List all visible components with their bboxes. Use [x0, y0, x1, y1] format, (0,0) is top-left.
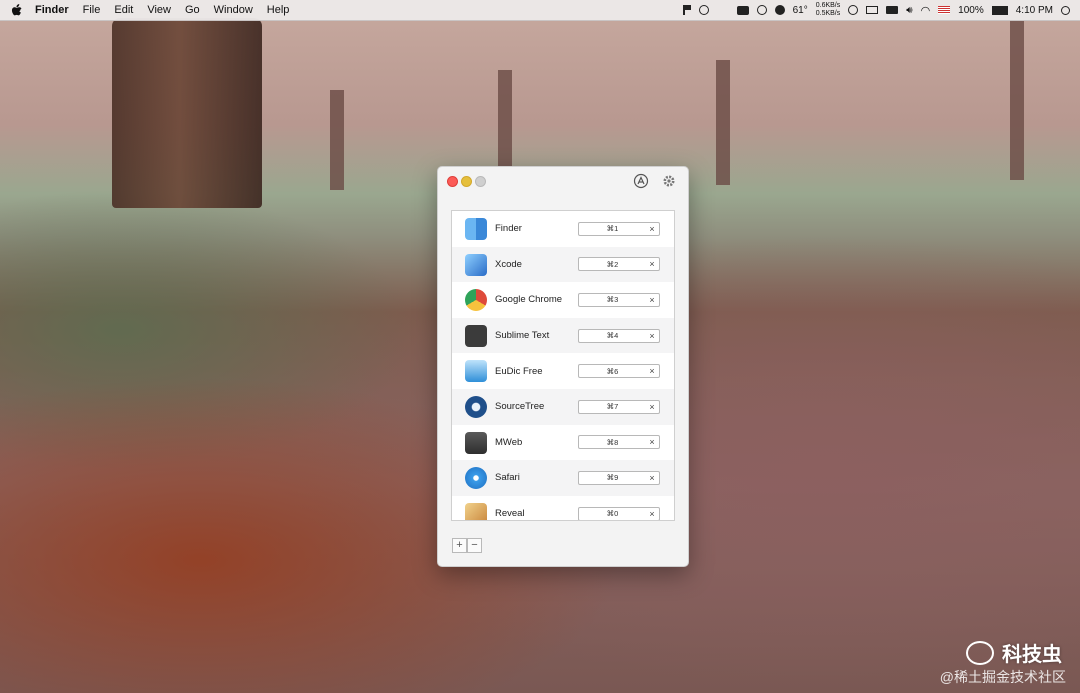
shortcut-field[interactable]: ⌘2 [578, 257, 647, 272]
app-name: Sublime Text [495, 330, 550, 342]
xcode-icon [465, 253, 487, 276]
alarm-clock-icon[interactable] [698, 5, 709, 15]
display-icon[interactable] [866, 6, 879, 14]
shortcut-field[interactable]: ⌘1 [578, 221, 647, 236]
chrome-icon [465, 289, 487, 312]
shortcut-field[interactable]: ⌘4 [578, 328, 647, 343]
menu-help[interactable]: Help [267, 4, 290, 16]
app-name: SourceTree [495, 401, 545, 413]
menu-bar: Finder File Edit View Go Window Help 61°… [0, 0, 1080, 21]
finder-icon [465, 218, 487, 240]
app-name: Xcode [495, 258, 522, 270]
wifi-icon[interactable]: ◠ [921, 4, 931, 17]
add-app-button[interactable]: + [452, 538, 467, 553]
apple-logo-icon[interactable] [10, 3, 23, 17]
watermark-subtitle: @稀土掘金技术社区 [939, 669, 1066, 685]
list-item[interactable]: Finder ⌘1 × [452, 211, 674, 247]
wechat-logo-icon [966, 640, 994, 665]
spotlight-icon[interactable] [1061, 5, 1070, 15]
weather-temperature[interactable]: 61° [793, 5, 808, 16]
net-up-speed: 0.6KB/s [815, 2, 841, 9]
clock[interactable]: 4:10 PM [1016, 5, 1053, 16]
shortcut-field[interactable]: ⌘6 [578, 364, 647, 379]
battery-percentage[interactable]: 100% [958, 5, 984, 16]
reveal-icon [465, 502, 487, 520]
vpn-icon[interactable] [774, 5, 785, 15]
clear-shortcut-button[interactable]: × [645, 221, 660, 236]
list-item[interactable]: EuDic Free ⌘6 × [452, 353, 674, 389]
shortcut-field[interactable]: ⌘3 [578, 292, 647, 307]
shortcut-field[interactable]: ⌘7 [578, 399, 647, 414]
app-shortcut-list[interactable]: Finder ⌘1 × Xcode ⌘2 × Google Chrome ⌘3 … [451, 210, 675, 521]
sublime-icon [465, 324, 487, 347]
network-speed[interactable]: 0.6KB/s 0.5KB/s [816, 2, 841, 18]
sourcetree-icon [465, 395, 487, 418]
list-item[interactable]: Reveal ⌘0 × [452, 496, 674, 520]
safari-icon [465, 467, 487, 490]
zoom-window-button[interactable] [475, 176, 486, 187]
flag-icon[interactable] [682, 5, 691, 15]
gear-icon[interactable] [661, 173, 677, 189]
keyboard-icon[interactable] [886, 6, 899, 14]
clear-shortcut-button[interactable]: × [645, 292, 660, 307]
menu-view[interactable]: View [147, 4, 171, 16]
clear-shortcut-button[interactable]: × [645, 506, 660, 520]
app-name: Safari [495, 472, 520, 484]
app-name: Finder [495, 223, 522, 235]
input-source-flag-icon[interactable] [938, 6, 951, 14]
list-item[interactable]: MWeb ⌘8 × [452, 425, 674, 461]
status-area: 61° 0.6KB/s 0.5KB/s 🔊︎ ◠ 100% 4:10 PM [682, 0, 1070, 20]
wallpaper-post [330, 90, 344, 190]
mweb-icon [465, 431, 487, 454]
clear-shortcut-button[interactable]: × [645, 399, 660, 414]
watermark-brand: 科技虫 [1002, 644, 1062, 666]
close-window-button[interactable] [447, 176, 458, 187]
watermark: 科技虫 [966, 638, 1062, 667]
time-machine-icon[interactable] [848, 5, 859, 15]
remove-app-button[interactable]: − [467, 538, 482, 553]
battery-icon[interactable] [991, 5, 1008, 15]
list-item[interactable]: Safari ⌘9 × [452, 460, 674, 496]
wallpaper-post [1010, 20, 1024, 180]
eudic-icon [465, 360, 487, 383]
net-down-speed: 0.5KB/s [815, 10, 841, 17]
wallpaper-post [716, 60, 730, 185]
volume-icon[interactable]: 🔊︎ [906, 5, 912, 16]
sync-icon[interactable] [756, 5, 767, 15]
list-item[interactable]: SourceTree ⌘7 × [452, 388, 674, 425]
app-name: EuDic Free [495, 365, 543, 377]
shortcut-field[interactable]: ⌘8 [578, 435, 647, 450]
menu-edit[interactable]: Edit [114, 4, 133, 16]
app-name: Reveal [495, 508, 525, 520]
clear-shortcut-button[interactable]: × [645, 364, 660, 379]
clear-shortcut-button[interactable]: × [645, 435, 660, 450]
shortcut-field[interactable]: ⌘0 [578, 506, 647, 520]
wallpaper-tree [112, 18, 262, 208]
list-item[interactable]: Xcode ⌘2 × [452, 246, 674, 283]
app-name: Google Chrome [495, 294, 563, 306]
list-item[interactable]: Sublime Text ⌘4 × [452, 317, 674, 354]
minimize-window-button[interactable] [461, 176, 472, 187]
camera-icon[interactable] [736, 5, 749, 15]
shortcut-field[interactable]: ⌘9 [578, 470, 647, 485]
app-name: MWeb [495, 436, 523, 448]
list-item[interactable]: Google Chrome ⌘3 × [452, 282, 674, 318]
menu-file[interactable]: File [83, 4, 101, 16]
menu-window[interactable]: Window [214, 4, 253, 16]
wallpaper-post [498, 70, 512, 170]
clear-shortcut-button[interactable]: × [645, 328, 660, 343]
shortcut-manager-window: Finder ⌘1 × Xcode ⌘2 × Google Chrome ⌘3 … [437, 166, 689, 567]
menu-go[interactable]: Go [185, 4, 200, 16]
clear-shortcut-button[interactable]: × [645, 257, 660, 272]
app-store-icon[interactable] [633, 173, 649, 189]
menu-finder[interactable]: Finder [35, 4, 69, 16]
clear-shortcut-button[interactable]: × [645, 470, 660, 485]
